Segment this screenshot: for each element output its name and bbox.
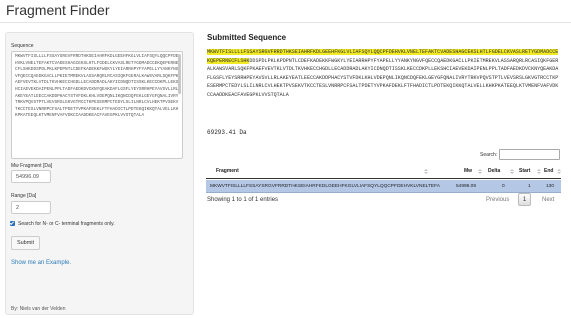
sort-fragment-icon[interactable] (424, 169, 428, 174)
sort-start-icon[interactable] (537, 169, 541, 174)
table-row[interactable]: MKWVTFISLLLLFSSAYSRGVFRRDTHKSEIAHRFKDLGE… (206, 180, 561, 193)
table-info: Showing 1 to 1 of 1 entries (207, 197, 279, 203)
pagination-next[interactable]: Next (542, 197, 554, 203)
example-link[interactable]: Show me an Example. (11, 260, 71, 266)
author-credit: By: Niels van der Velden (11, 306, 66, 312)
total-molecular-weight: 69293.41 Da (207, 129, 247, 136)
sequence-textarea-value: MKWVTFISLLLLFSSAYSRGVFRRDTHKSEIAHRFKDLGE… (15, 54, 179, 119)
col-header-fragment[interactable]: Fragment (216, 168, 239, 174)
col-header-mw[interactable]: Mw (464, 168, 472, 174)
results-table: Fragment Mw Delta Start End MKWVTFISLLLL… (206, 164, 561, 193)
sequence-scrollbar[interactable] (178, 54, 181, 94)
sort-mw-icon[interactable] (478, 169, 482, 174)
mw-fragment-value: 54996.09 (16, 173, 39, 180)
range-value: 2 (16, 204, 20, 211)
remaining-sequence: DDSPDLPKLKPDPNTLCDEFKADEKKFWGKYLYEIARRHP… (207, 57, 559, 98)
cell-end: 130 (546, 183, 555, 189)
title-divider (0, 22, 571, 23)
submitted-sequence-heading: Submitted Sequence (207, 33, 287, 42)
table-header: Fragment Mw Delta Start End (206, 164, 561, 179)
sequence-label: Sequence (11, 43, 34, 49)
terminal-fragments-label: Search for N- or C- terminal fragments o… (18, 221, 115, 227)
col-header-end[interactable]: End (544, 168, 553, 174)
mw-fragment-input[interactable]: 54996.09 (11, 170, 51, 183)
range-label: Range [Da] (11, 193, 37, 199)
col-header-start[interactable]: Start (519, 168, 530, 174)
app-title: Fragment Finder (6, 2, 110, 18)
mw-fragment-label: Mw Fragment [Da] (11, 163, 53, 169)
sequence-textarea[interactable]: MKWVTFISLLLLFSSAYSRGVFRRDTHKSEIAHRFKDLGE… (11, 51, 183, 159)
terminal-fragments-checkbox[interactable] (10, 221, 15, 226)
cell-mw: 54998.09 (456, 183, 477, 189)
col-header-delta[interactable]: Delta (488, 168, 500, 174)
submitted-sequence-text: MKWVTFISLLLLFSSAYSRGVFRRDTHKSEIAHRFKDLGE… (207, 48, 561, 130)
cell-delta: 0 (502, 183, 505, 189)
sort-delta-icon[interactable] (510, 169, 514, 174)
pagination-current-page[interactable]: 1 (518, 193, 531, 206)
pagination-previous[interactable]: Previous (486, 197, 509, 203)
submit-button[interactable]: Submit (11, 236, 40, 250)
sort-end-icon[interactable] (557, 169, 561, 174)
range-input[interactable]: 2 (11, 201, 51, 214)
cell-start: 1 (528, 183, 531, 189)
table-search-input[interactable] (499, 149, 560, 160)
table-search-label: Search: (480, 152, 498, 158)
cell-fragment: MKWVTFISLLLLFSSAYSRGVFRRDTHKSEIAHRFKDLGE… (210, 183, 440, 189)
